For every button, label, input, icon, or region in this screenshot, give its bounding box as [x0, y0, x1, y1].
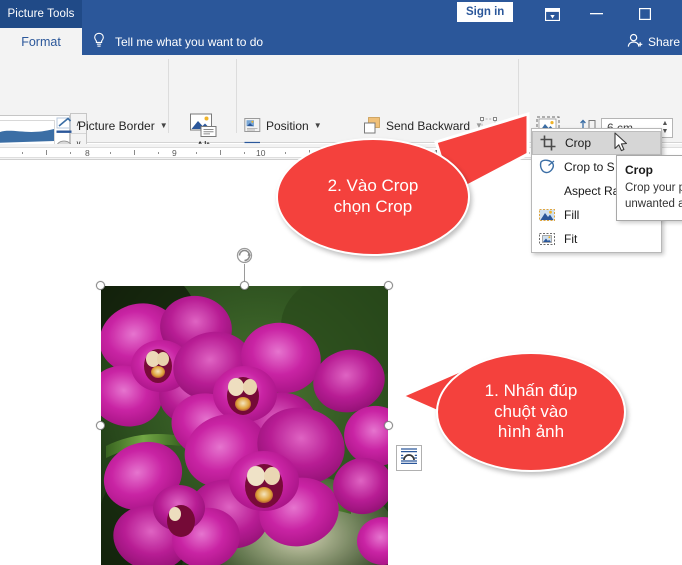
lightbulb-icon	[92, 32, 106, 51]
picture-border-label: Picture Border	[78, 118, 155, 133]
ribbon-display-options-icon	[544, 7, 560, 21]
aspect-ratio-icon	[536, 182, 558, 200]
callout-step-1: 1. Nhấn đúp chuột vào hình ảnh	[400, 352, 630, 474]
crop-icon	[537, 134, 559, 152]
ruler-minor-tick	[196, 152, 197, 154]
tab-row: Format Tell me what you want to do Share	[0, 28, 682, 55]
menu-item-fit-label: Fit	[564, 232, 578, 246]
ruler-minor-tick	[220, 150, 221, 155]
resize-handle-middle-right[interactable]	[384, 421, 393, 430]
share-button[interactable]: Share	[627, 28, 680, 55]
group-separator	[168, 59, 169, 133]
resize-handle-top-left[interactable]	[96, 281, 105, 290]
crop-tooltip-line-2: unwanted a	[625, 197, 682, 210]
resize-handle-middle-left[interactable]	[96, 421, 105, 430]
restore-icon	[639, 8, 651, 20]
crop-to-shape-icon	[536, 158, 558, 176]
share-person-icon	[627, 33, 644, 51]
callout-step-1-line-3: hình ảnh	[497, 422, 565, 442]
callout-step-1-line-1: 1. Nhấn đúp	[484, 380, 578, 400]
ruler-minor-tick	[158, 152, 159, 154]
stepper-up-icon[interactable]: ▲	[662, 120, 669, 128]
callout-step-2-bubble: 2. Vào Crop chọn Crop	[276, 138, 470, 256]
resize-handle-top-right[interactable]	[384, 281, 393, 290]
menu-item-fill-label: Fill	[564, 208, 580, 222]
callout-step-1-line-2: chuột vào	[494, 401, 568, 421]
word-window: Picture Tools Sign in Format Tell me wha…	[0, 0, 682, 565]
picture-border-button[interactable]: Picture Border ▼	[56, 117, 168, 134]
ruler-tick-label: 8	[85, 148, 90, 158]
restore-button[interactable]	[626, 0, 664, 28]
ruler-minor-tick	[244, 152, 245, 154]
mouse-cursor	[614, 132, 628, 158]
callout-step-2-line-1: 2. Vào Crop	[327, 176, 419, 196]
minimize-icon	[589, 13, 603, 15]
picture-orchids[interactable]	[101, 286, 388, 565]
ribbon-display-options-button[interactable]	[533, 0, 571, 28]
ruler-minor-tick	[134, 150, 135, 155]
contextual-tab-label: Picture Tools	[0, 0, 82, 28]
menu-item-fit[interactable]: Fit	[532, 227, 661, 251]
menu-item-crop[interactable]: Crop	[532, 131, 661, 155]
title-bar: Picture Tools Sign in	[0, 0, 682, 28]
menu-item-crop-to-shape-label: Crop to S	[564, 160, 615, 174]
fit-icon	[536, 230, 558, 248]
callout-step-2-line-2: chọn Crop	[333, 197, 413, 216]
share-label: Share	[647, 34, 680, 49]
chevron-down-icon[interactable]: ▼	[160, 121, 168, 130]
ruler-minor-tick	[110, 152, 111, 154]
crop-tooltip-title: Crop	[625, 163, 653, 177]
tab-format[interactable]: Format	[0, 28, 82, 55]
resize-handle-top-center[interactable]	[240, 281, 249, 290]
callout-step-2: 2. Vào Crop chọn Crop	[256, 111, 530, 256]
tell-me-search[interactable]: Tell me what you want to do	[92, 28, 263, 55]
crop-tooltip-line-1: Crop your p	[625, 182, 682, 194]
picture-border-icon	[56, 117, 73, 134]
sign-in-button[interactable]: Sign in	[457, 2, 514, 22]
minimize-button[interactable]	[577, 0, 615, 28]
rotate-handle[interactable]	[235, 246, 254, 265]
orchid-photo	[101, 286, 388, 565]
fill-icon	[536, 206, 558, 224]
ruler-minor-tick	[70, 152, 71, 154]
ruler-minor-tick	[46, 150, 47, 155]
alt-text-icon	[188, 113, 218, 139]
tell-me-label: Tell me what you want to do	[115, 34, 264, 49]
crop-tooltip: Crop Crop your p unwanted a	[616, 155, 682, 221]
ruler-minor-tick	[22, 152, 23, 154]
stepper-down-icon[interactable]: ▼	[662, 128, 669, 136]
group-separator	[236, 59, 237, 133]
ruler-tick-label: 9	[172, 148, 177, 158]
menu-item-aspect-ratio-label: Aspect Ra	[564, 184, 620, 198]
menu-item-crop-label: Crop	[565, 136, 592, 150]
callout-step-1-bubble: 1. Nhấn đúp chuột vào hình ảnh	[436, 352, 626, 472]
selected-picture-frame[interactable]	[96, 247, 393, 565]
